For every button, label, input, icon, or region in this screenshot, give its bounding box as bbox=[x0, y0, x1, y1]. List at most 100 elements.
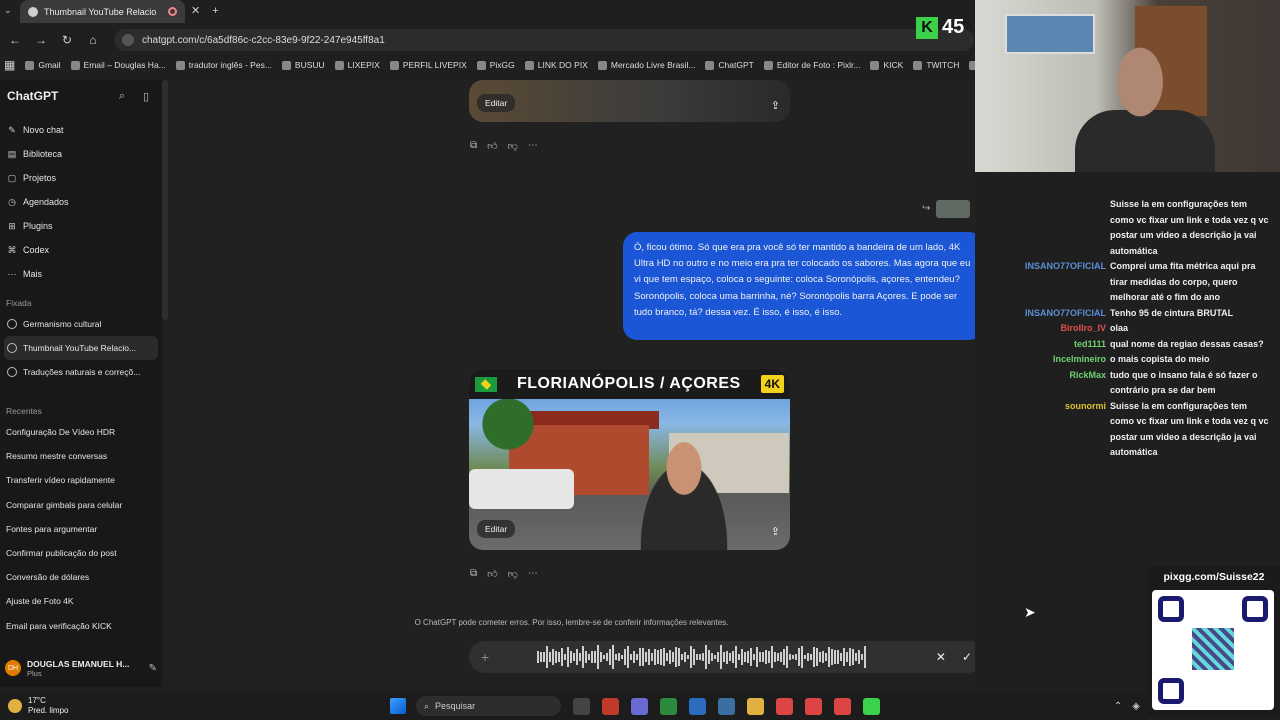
share-icon[interactable]: ⇪ bbox=[771, 99, 780, 112]
more-icon[interactable]: ⋯ bbox=[528, 140, 538, 152]
bookmark-item[interactable]: ChatGPT bbox=[705, 60, 754, 70]
apps-icon[interactable]: ▦ bbox=[4, 58, 15, 72]
share-icon[interactable]: ⇪ bbox=[771, 525, 780, 538]
sidebar-item-plugins[interactable]: ⊞ Plugins bbox=[0, 214, 162, 238]
chat-username: Incelmineiro bbox=[1052, 354, 1106, 364]
app-icon[interactable] bbox=[863, 697, 880, 715]
bookmark-item[interactable]: PERFIL LIVEPIX bbox=[389, 60, 467, 70]
more-icon[interactable]: ⋯ bbox=[528, 568, 538, 580]
app-icon[interactable] bbox=[602, 697, 619, 715]
attached-image-thumbnail[interactable] bbox=[936, 200, 970, 218]
pinned-chat-item[interactable]: Germanismo cultural bbox=[0, 312, 162, 336]
chat-text: qual nome da regiao dessas casas? bbox=[1110, 338, 1264, 349]
recent-chat-item[interactable]: Ajuste de Foto 4K bbox=[0, 589, 162, 613]
bookmark-item[interactable]: Gmail bbox=[25, 60, 61, 70]
close-tab-icon[interactable]: ✕ bbox=[185, 0, 206, 23]
recent-list: Configuração De Vídeo HDR Resumo mestre c… bbox=[0, 420, 162, 638]
recent-chat-item[interactable]: Comparar gimbals para celular bbox=[0, 493, 162, 517]
thumbs-up-icon[interactable]: 👍︎ bbox=[487, 140, 497, 152]
waveform-bar bbox=[753, 653, 756, 661]
generated-image-previous[interactable]: Editar ⇪ bbox=[469, 80, 790, 122]
home-icon[interactable]: ⌂ bbox=[82, 33, 104, 47]
sidebar-item-label: Plugins bbox=[23, 221, 53, 231]
sidebar-item-projects[interactable]: ▢ Projetos bbox=[0, 166, 162, 190]
xbox-icon[interactable] bbox=[660, 697, 677, 715]
recent-chat-item[interactable]: Email para verificação KICK bbox=[0, 614, 162, 638]
reload-icon[interactable]: ↻ bbox=[56, 33, 78, 47]
bookmark-item[interactable]: PixGG bbox=[476, 60, 515, 70]
thumbs-up-icon[interactable]: 👍︎ bbox=[487, 568, 497, 580]
edit-image-button[interactable]: Editar bbox=[477, 94, 516, 112]
bookmark-item[interactable]: BUSUU bbox=[281, 60, 325, 70]
app-icon[interactable] bbox=[631, 697, 648, 715]
avatar: DH bbox=[5, 660, 21, 676]
recent-chat-item[interactable]: Fontes para argumentar bbox=[0, 517, 162, 541]
file-explorer-icon[interactable] bbox=[747, 697, 764, 715]
bookmark-item[interactable]: LIXEPIX bbox=[334, 60, 380, 70]
new-chat-icon[interactable]: ✎ bbox=[149, 663, 157, 674]
taskbar-search[interactable]: ⌕ Pesquisar bbox=[416, 696, 561, 716]
waveform-bar bbox=[798, 647, 801, 667]
site-info-icon[interactable] bbox=[122, 34, 134, 46]
forward-icon[interactable]: → bbox=[30, 33, 52, 47]
generated-thumbnail-image[interactable]: FLORIANÓPOLIS / AÇORES 4K Editar ⇪ bbox=[469, 369, 790, 550]
pinned-chat-item[interactable]: Traduções naturais e correçõ... bbox=[0, 360, 162, 384]
chrome-icon[interactable] bbox=[776, 697, 793, 715]
tray-app-icon[interactable]: ◈ bbox=[1132, 701, 1140, 712]
recent-chat-item[interactable]: Transferir vídeo rapidamente bbox=[0, 468, 162, 492]
recent-chat-item[interactable]: Confirmar publicação do post bbox=[0, 541, 162, 565]
sidebar-toggle-icon[interactable]: ▯ bbox=[137, 90, 155, 103]
sidebar-item-library[interactable]: ▤ Biblioteca bbox=[0, 142, 162, 166]
bookmark-item[interactable]: Editor de Foto : Pixlr... bbox=[763, 60, 860, 70]
chat-username: sounormi bbox=[1064, 400, 1106, 411]
sidebar-item-more[interactable]: ⋯ Mais bbox=[0, 262, 162, 286]
sidebar-item-new-chat[interactable]: ✎ Novo chat bbox=[0, 118, 162, 142]
waveform-bar bbox=[570, 650, 573, 664]
bookmark-item[interactable]: LINK DO PIX bbox=[524, 60, 588, 70]
pinned-chat-item[interactable]: Thumbnail YouTube Relacio... bbox=[4, 336, 158, 360]
app-icon[interactable] bbox=[718, 697, 735, 715]
tab-list-icon[interactable]: ⌄ bbox=[4, 5, 12, 16]
bookmark-item[interactable]: Email – Douglas Ha... bbox=[70, 60, 166, 70]
waveform-bar bbox=[633, 650, 636, 664]
cancel-dictation-icon[interactable]: ✕ bbox=[936, 650, 946, 664]
waveform-bar bbox=[624, 648, 627, 666]
recent-chat-item[interactable]: Resumo mestre conversas bbox=[0, 444, 162, 468]
bookmark-item[interactable]: KICK bbox=[870, 60, 903, 70]
edit-image-button[interactable]: Editar bbox=[477, 520, 516, 538]
bookmark-item[interactable]: Mercado Livre Brasil... bbox=[597, 60, 695, 70]
brand-title[interactable]: ChatGPT bbox=[7, 89, 107, 103]
new-tab-icon[interactable]: + bbox=[206, 0, 224, 23]
add-attachment-icon[interactable]: + bbox=[481, 649, 489, 665]
bookmark-item[interactable]: TWITCH bbox=[913, 60, 959, 70]
recent-chat-item[interactable]: Configuração De Vídeo HDR bbox=[0, 420, 162, 444]
waveform-bar bbox=[654, 648, 657, 666]
search-icon[interactable]: ⌕ bbox=[113, 90, 131, 103]
task-view-icon[interactable] bbox=[573, 697, 590, 715]
url-field[interactable]: chatgpt.com/c/6a5df86c-c2cc-83e9-9f22-24… bbox=[114, 29, 974, 51]
kick-logo-icon: K bbox=[916, 16, 938, 39]
copy-icon[interactable]: ⧉ bbox=[470, 140, 477, 152]
sidebar-item-scheduled[interactable]: ◷ Agendados bbox=[0, 190, 162, 214]
sidebar-item-codex[interactable]: ⌘ Codex bbox=[0, 238, 162, 262]
browser-tab[interactable]: Thumbnail YouTube Relacio bbox=[20, 0, 185, 23]
weather-widget[interactable]: 17°C Pred. limpo bbox=[0, 696, 390, 716]
recent-chat-item[interactable]: Conversão de dólares bbox=[0, 565, 162, 589]
back-icon[interactable]: ← bbox=[4, 33, 26, 47]
waveform-bar bbox=[585, 651, 588, 663]
start-icon[interactable] bbox=[390, 698, 406, 714]
app-icon[interactable] bbox=[689, 697, 706, 715]
thumbs-down-icon[interactable]: 👎︎ bbox=[508, 568, 518, 580]
bookmark-item[interactable]: tradutor inglês - Pes... bbox=[175, 60, 272, 70]
thumbs-down-icon[interactable]: 👎︎ bbox=[508, 140, 518, 152]
user-account[interactable]: DH DOUGLAS EMANUEL H... Plus ✎ bbox=[0, 653, 162, 683]
waveform-bar bbox=[555, 651, 558, 663]
waveform-bar bbox=[831, 649, 834, 665]
waveform-bar bbox=[642, 648, 645, 666]
chrome-icon[interactable] bbox=[834, 697, 851, 715]
copy-icon[interactable]: ⧉ bbox=[470, 568, 477, 580]
tray-expand-icon[interactable]: ⌃ bbox=[1114, 701, 1122, 712]
confirm-dictation-icon[interactable]: ✓ bbox=[962, 650, 972, 664]
chrome-icon[interactable] bbox=[805, 697, 822, 715]
bookmark-label: PixGG bbox=[489, 60, 515, 70]
